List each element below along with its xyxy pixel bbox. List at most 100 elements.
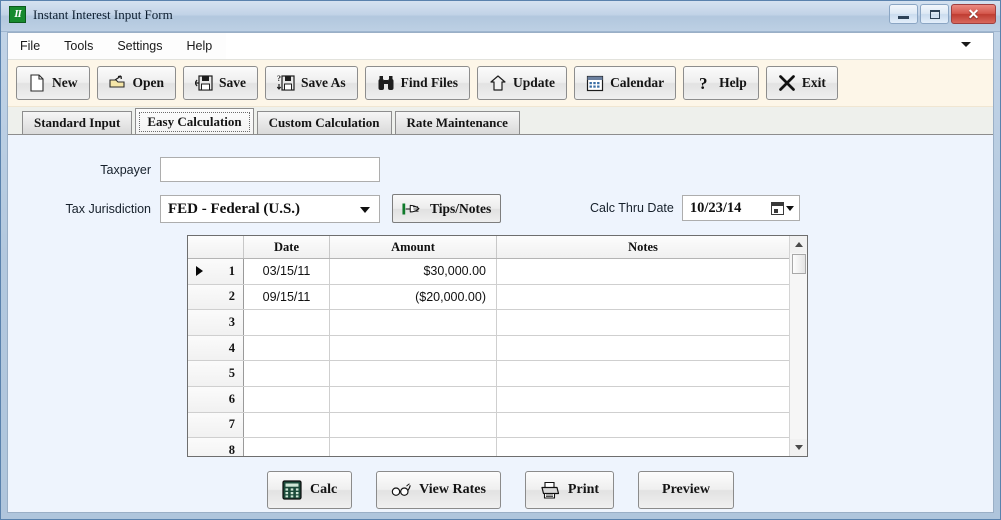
pointing-hand-icon [402, 203, 420, 214]
tips-notes-button[interactable]: Tips/Notes [392, 194, 502, 223]
window-controls: ✕ [889, 4, 996, 24]
cell-amount[interactable] [330, 335, 497, 361]
menu-item-file[interactable]: File [8, 35, 52, 57]
cell-date[interactable]: 09/15/11 [244, 284, 330, 310]
tab-rate-maintenance[interactable]: Rate Maintenance [394, 111, 520, 134]
cell-amount[interactable] [330, 361, 497, 386]
help-button-label: Help [719, 75, 747, 90]
new-button[interactable]: New [16, 66, 90, 100]
grid-vertical-scrollbar[interactable] [789, 236, 807, 456]
row-number-cell[interactable]: 3 [188, 310, 244, 335]
current-row-marker-icon [196, 266, 203, 277]
save-as-button[interactable]: ? Save As [265, 66, 358, 100]
scrollbar-thumb[interactable] [791, 254, 806, 274]
column-header-amount[interactable]: Amount [330, 236, 497, 258]
chevron-down-icon [360, 207, 370, 213]
tab-standard-input[interactable]: Standard Input [22, 111, 133, 134]
tab-custom-calculation[interactable]: Custom Calculation [256, 111, 392, 134]
minimize-button[interactable] [889, 4, 918, 24]
cell-notes[interactable] [497, 285, 789, 310]
cell-notes[interactable] [497, 361, 789, 386]
table-row[interactable]: 8 [188, 438, 789, 456]
calc-thru-date-label: Calc Thru Date [590, 201, 674, 215]
cell-amount[interactable]: $30,000.00 [330, 259, 497, 284]
menu-item-settings[interactable]: Settings [105, 35, 174, 57]
tab-easy-calculation[interactable]: Easy Calculation [135, 108, 254, 134]
calc-thru-date-input[interactable]: 10/23/14 [681, 195, 800, 221]
table-row[interactable]: 1 03/15/11 $30,000.00 [188, 259, 789, 285]
maximize-icon [929, 9, 940, 19]
calendar-icon [770, 201, 784, 215]
calendar-button[interactable]: Calendar [574, 66, 677, 100]
scrollbar-track[interactable] [790, 253, 807, 439]
save-disk-icon [195, 75, 213, 91]
cell-amount[interactable] [330, 438, 497, 456]
column-header-rownum[interactable] [188, 236, 244, 258]
minimize-icon [898, 16, 909, 19]
cell-date[interactable] [244, 361, 330, 386]
tax-jurisdiction-select[interactable]: FED - Federal (U.S.) [160, 195, 380, 223]
table-row[interactable]: 4 [188, 335, 789, 362]
tax-jurisdiction-value: FED - Federal (U.S.) [168, 200, 301, 217]
row-number-cell[interactable]: 7 [188, 412, 244, 438]
column-header-notes[interactable]: Notes [497, 236, 789, 258]
cell-notes[interactable] [497, 438, 789, 456]
row-number-cell[interactable]: 8 [188, 438, 244, 456]
cell-notes[interactable] [497, 387, 789, 412]
print-button[interactable]: Print [524, 471, 615, 509]
cell-amount[interactable] [330, 386, 497, 412]
cell-date[interactable]: 03/15/11 [244, 259, 330, 284]
open-button[interactable]: Open [96, 66, 177, 100]
cell-date[interactable] [244, 335, 330, 361]
table-row[interactable]: 3 [188, 310, 789, 336]
cell-notes[interactable] [497, 259, 789, 284]
recent-files-combo[interactable] [226, 33, 993, 59]
scroll-up-button[interactable] [790, 236, 807, 253]
help-button[interactable]: ? Help [683, 66, 759, 100]
chevron-down-icon [785, 205, 794, 211]
row-number-cell[interactable]: 2 [188, 284, 244, 310]
cell-date[interactable] [244, 386, 330, 412]
calc-button-label: Calc [309, 482, 338, 497]
cell-notes[interactable] [497, 336, 789, 361]
update-button[interactable]: Update [477, 66, 568, 100]
row-number-cell[interactable]: 4 [188, 335, 244, 361]
cell-date[interactable] [244, 310, 330, 335]
cell-amount[interactable] [330, 310, 497, 335]
open-button-label: Open [132, 75, 165, 90]
table-row[interactable]: 6 [188, 386, 789, 413]
maximize-button[interactable] [920, 4, 949, 24]
menu-item-tools[interactable]: Tools [52, 35, 105, 57]
table-row[interactable]: 7 [188, 412, 789, 439]
binoculars-icon [378, 76, 394, 90]
calc-button[interactable]: Calc [266, 471, 353, 509]
cell-amount[interactable]: ($20,000.00) [330, 284, 497, 310]
glasses-icon [391, 483, 411, 496]
preview-button[interactable]: Preview [638, 471, 735, 509]
menu-item-help[interactable]: Help [175, 35, 225, 57]
row-number-cell[interactable]: 1 [188, 259, 244, 284]
transactions-grid[interactable]: Date Amount Notes 1 03/15/11 $30,000.00 … [187, 235, 808, 457]
update-arrow-icon [490, 75, 506, 91]
row-number-cell[interactable]: 6 [188, 386, 244, 412]
find-files-button[interactable]: Find Files [364, 66, 471, 100]
taxpayer-input[interactable] [160, 157, 380, 182]
cell-notes[interactable] [497, 310, 789, 335]
row-number-cell[interactable]: 5 [188, 361, 244, 386]
cell-amount[interactable] [330, 412, 497, 438]
scroll-down-button[interactable] [790, 439, 807, 456]
find-files-button-label: Find Files [400, 75, 459, 90]
exit-button[interactable]: Exit [765, 66, 838, 100]
save-button[interactable]: Save [183, 66, 259, 100]
table-row[interactable]: 2 09/15/11 ($20,000.00) [188, 284, 789, 311]
window-title: Instant Interest Input Form [33, 6, 173, 22]
cell-date[interactable] [244, 412, 330, 438]
column-header-date[interactable]: Date [244, 236, 330, 258]
date-picker-controls[interactable] [770, 201, 794, 215]
cell-notes[interactable] [497, 413, 789, 438]
table-row[interactable]: 5 [188, 361, 789, 387]
chevron-down-icon [794, 445, 803, 450]
close-button[interactable]: ✕ [951, 4, 996, 24]
cell-date[interactable] [244, 438, 330, 456]
view-rates-button[interactable]: View Rates [376, 471, 501, 509]
